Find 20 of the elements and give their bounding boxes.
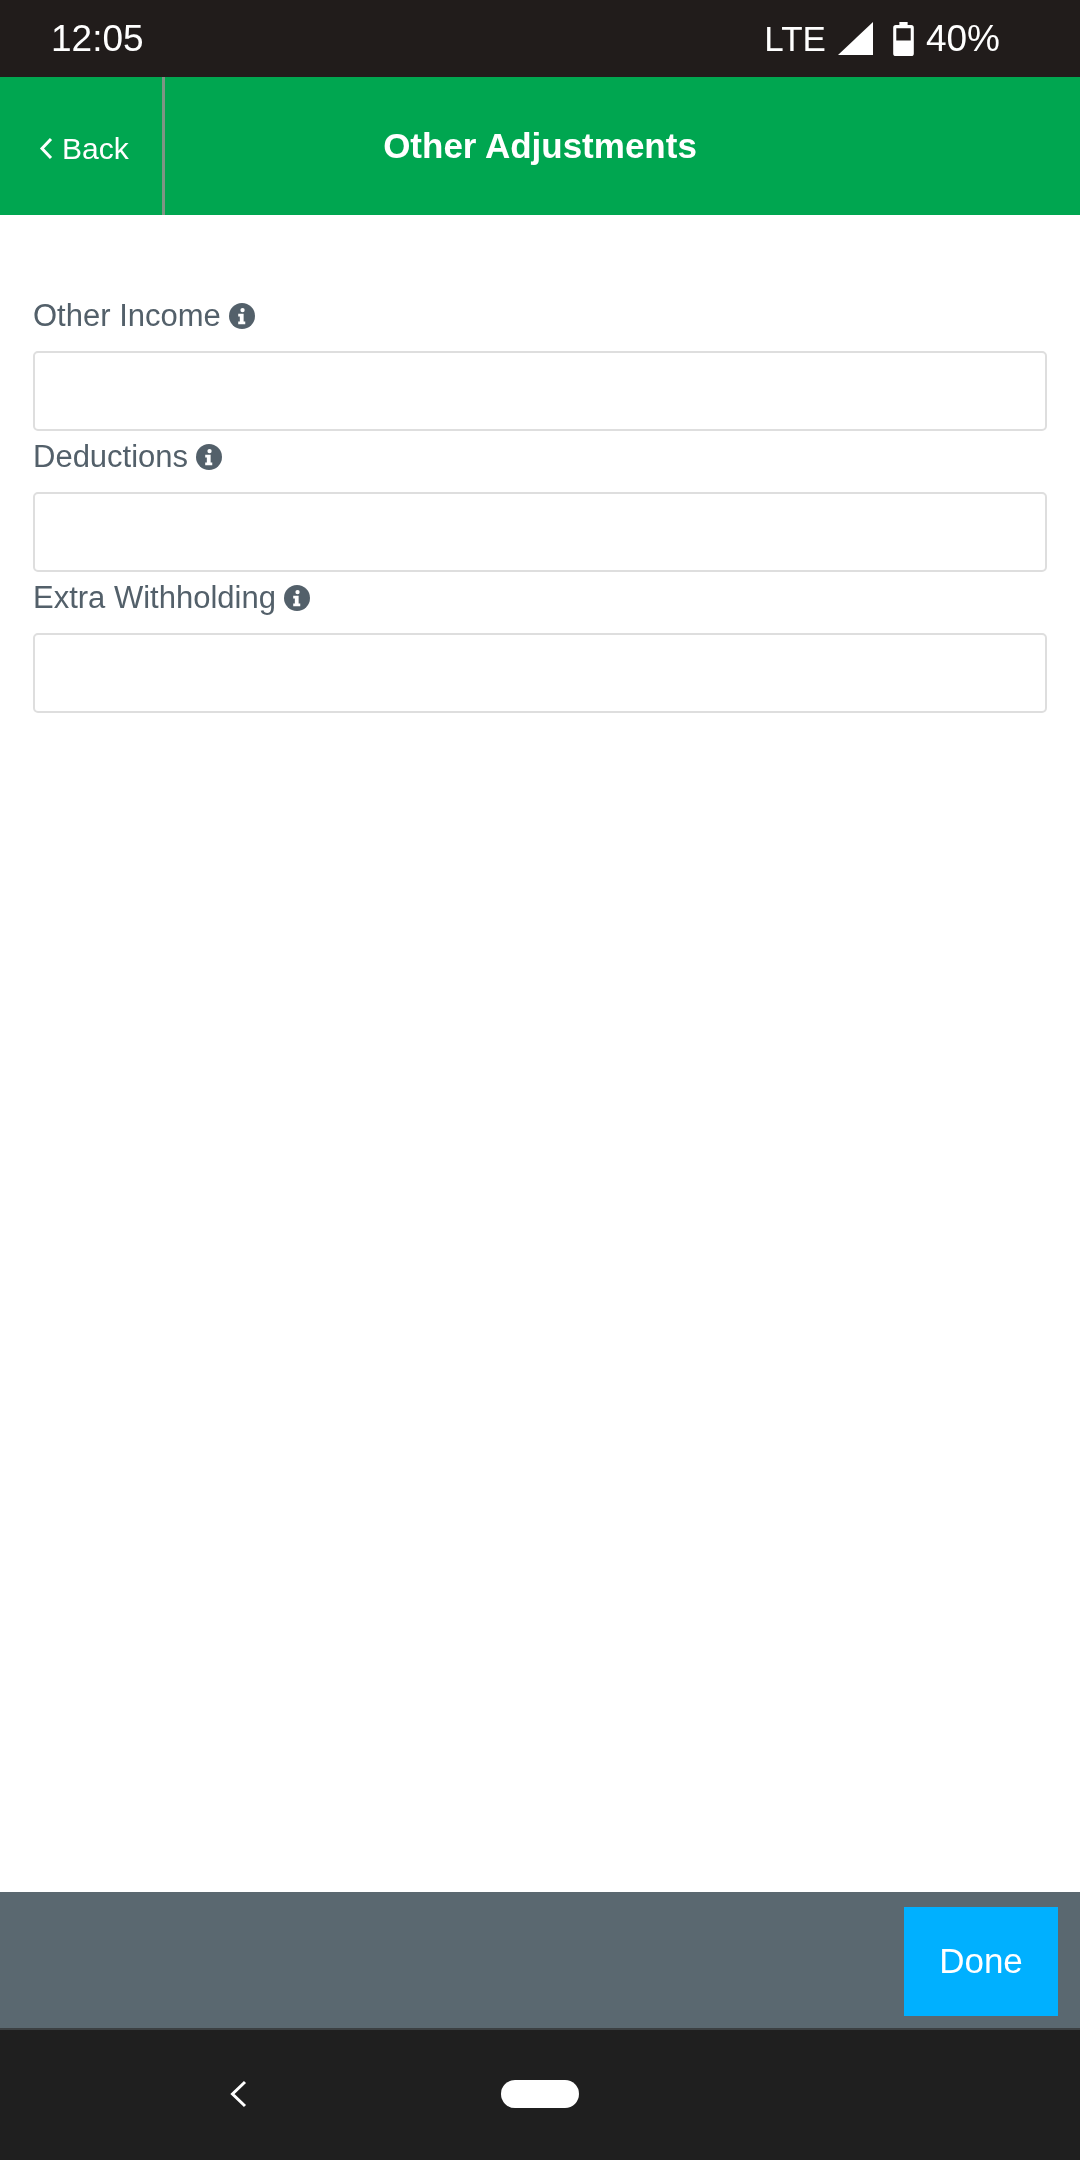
signal-icon	[837, 22, 873, 55]
battery-icon	[891, 21, 915, 56]
field-label: Other Income	[33, 297, 221, 335]
field-label: Deductions	[33, 438, 189, 476]
home-bar-icon[interactable]	[501, 2080, 579, 2108]
info-icon[interactable]	[283, 585, 310, 611]
field-label: Extra Withholding	[33, 579, 276, 617]
input-field[interactable]	[33, 492, 1047, 572]
screen-title: Other Adjustments	[383, 124, 697, 167]
chevron-left-icon	[39, 136, 53, 160]
battery-percentage: 40%	[925, 20, 1000, 57]
network-type: LTE	[764, 21, 826, 56]
back-button[interactable]: Back	[0, 77, 162, 215]
input-field[interactable]	[33, 633, 1047, 713]
info-icon[interactable]	[228, 303, 255, 329]
clock-time: 12:05	[51, 20, 144, 57]
info-icon[interactable]	[196, 444, 223, 470]
done-button[interactable]: Done	[904, 1907, 1058, 2016]
back-icon[interactable]	[229, 2080, 248, 2108]
input-field[interactable]	[33, 351, 1047, 431]
